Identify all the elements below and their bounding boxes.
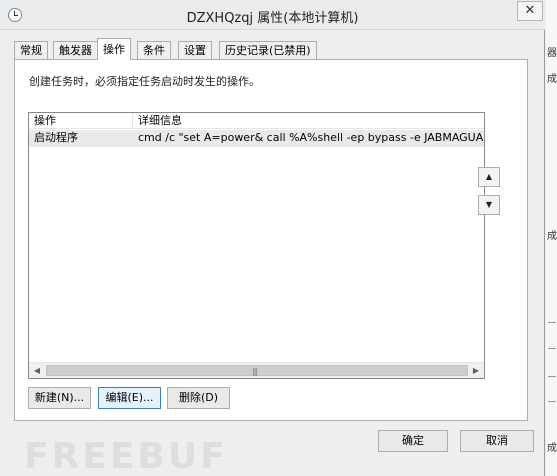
background-text: 成 xyxy=(547,443,557,454)
horizontal-scrollbar[interactable]: ◀ ||| ▶ xyxy=(29,362,484,378)
move-down-button[interactable]: ▼ xyxy=(478,195,500,215)
row-details-cell: cmd /c "set A=power& call %A%shell -ep b… xyxy=(138,131,485,144)
tab-actions[interactable]: 操作 xyxy=(97,38,131,60)
ok-button[interactable]: 确定 xyxy=(378,430,448,452)
screen: DZXHQzqj 属性(本地计算机) ✕ 常规 触发器 操作 条件 设置 历史记… xyxy=(0,0,557,476)
table-row[interactable]: 启动程序 cmd /c "set A=power& call %A%shell … xyxy=(29,130,484,147)
actions-instruction: 创建任务时，必须指定任务启动时发生的操作。 xyxy=(29,75,260,88)
actions-list[interactable]: 操作 详细信息 启动程序 cmd /c "set A=power& call %… xyxy=(28,112,485,379)
delete-action-button[interactable]: 删除(D) xyxy=(167,387,230,409)
task-properties-dialog: DZXHQzqj 属性(本地计算机) ✕ 常规 触发器 操作 条件 设置 历史记… xyxy=(0,0,545,476)
background-divider xyxy=(548,401,556,402)
scroll-left-icon[interactable]: ◀ xyxy=(29,363,45,378)
tab-general[interactable]: 常规 xyxy=(14,41,48,59)
background-divider xyxy=(548,376,556,377)
tab-triggers[interactable]: 触发器 xyxy=(53,41,98,59)
background-divider xyxy=(548,348,556,349)
title-bar: DZXHQzqj 属性(本地计算机) ✕ xyxy=(0,0,545,30)
tab-history[interactable]: 历史记录(已禁用) xyxy=(219,41,317,59)
column-header-action[interactable]: 操作 xyxy=(29,113,132,129)
background-text: 器 xyxy=(547,48,557,59)
scroll-right-icon[interactable]: ▶ xyxy=(468,363,484,378)
close-button[interactable]: ✕ xyxy=(517,1,543,21)
background-window-edge: 器 成 成 成 xyxy=(546,0,557,476)
background-divider xyxy=(548,322,556,323)
grip-icon: ||| xyxy=(252,367,258,376)
tab-conditions[interactable]: 条件 xyxy=(137,41,171,59)
column-header-details[interactable]: 详细信息 xyxy=(133,113,433,129)
scrollbar-thumb[interactable]: ||| xyxy=(46,365,468,376)
new-action-button[interactable]: 新建(N)... xyxy=(28,387,91,409)
background-text: 成 xyxy=(547,74,557,85)
freebuf-watermark: FREEBUF xyxy=(24,436,228,476)
cancel-button[interactable]: 取消 xyxy=(460,430,534,452)
background-text: 成 xyxy=(547,231,557,242)
window-title: DZXHQzqj 属性(本地计算机) xyxy=(186,11,359,26)
actions-tab-panel: 创建任务时，必须指定任务启动时发生的操作。 操作 详细信息 启动程序 cmd /… xyxy=(14,59,528,421)
list-header: 操作 详细信息 xyxy=(29,113,484,129)
edit-action-button[interactable]: 编辑(E)... xyxy=(98,387,161,409)
row-action-cell: 启动程序 xyxy=(34,131,78,144)
move-up-button[interactable]: ▲ xyxy=(478,167,500,187)
tab-settings[interactable]: 设置 xyxy=(178,41,212,59)
